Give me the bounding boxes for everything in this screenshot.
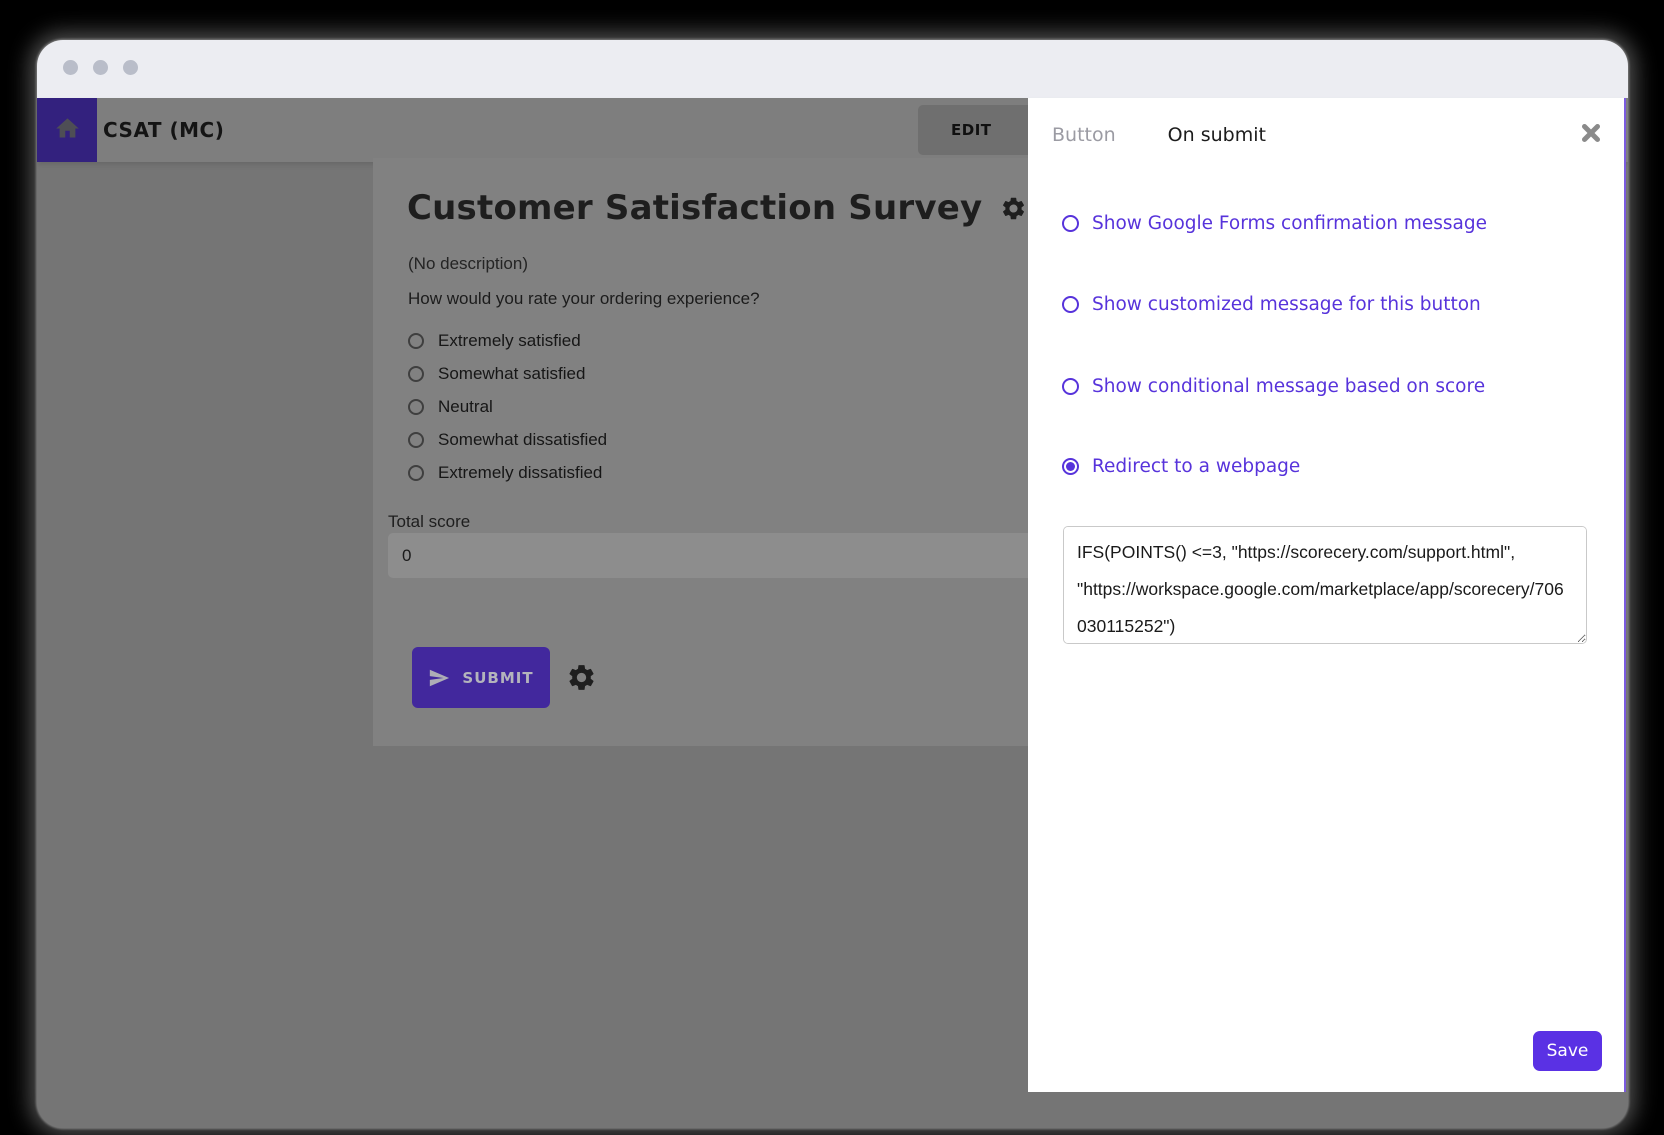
window-titlebar: [37, 40, 1628, 98]
window-control-dot[interactable]: [93, 60, 108, 75]
page-title: CSAT (MC): [103, 98, 224, 162]
home-button[interactable]: [37, 98, 97, 162]
edit-button[interactable]: EDIT: [918, 105, 1042, 155]
tab-on-submit[interactable]: On submit: [1166, 120, 1268, 150]
window-control-dot[interactable]: [63, 60, 78, 75]
survey-description: (No description): [408, 254, 528, 274]
on-submit-panel: Button On submit Show Google Forms confi…: [1028, 98, 1626, 1092]
home-icon: [54, 115, 81, 146]
survey-settings-icon[interactable]: [1000, 195, 1027, 222]
option-redirect-webpage[interactable]: Redirect to a webpage: [1062, 449, 1300, 483]
radio-unselected-icon[interactable]: [408, 333, 424, 349]
window-controls: [63, 60, 138, 75]
panel-tabs: Button On submit: [1050, 120, 1268, 150]
tab-button[interactable]: Button: [1050, 120, 1118, 150]
survey-question: How would you rate your ordering experie…: [408, 289, 760, 309]
radio-unselected-icon[interactable]: [408, 465, 424, 481]
radio-unselected-icon[interactable]: [408, 432, 424, 448]
submit-button[interactable]: SUBMIT: [412, 647, 550, 708]
close-icon: [1580, 132, 1602, 147]
close-panel-button[interactable]: [1580, 122, 1602, 144]
survey-option[interactable]: Extremely satisfied: [408, 324, 607, 357]
total-score-input[interactable]: [388, 533, 1060, 578]
total-score-label: Total score: [388, 512, 470, 532]
survey-title: Customer Satisfaction Survey: [407, 188, 982, 228]
option-conditional-message[interactable]: Show conditional message based on score: [1062, 369, 1485, 403]
option-google-forms-message[interactable]: Show Google Forms confirmation message: [1062, 206, 1487, 240]
survey-option[interactable]: Somewhat dissatisfied: [408, 423, 607, 456]
survey-option[interactable]: Neutral: [408, 390, 607, 423]
submit-settings-icon[interactable]: [566, 662, 597, 693]
survey-option[interactable]: Somewhat satisfied: [408, 357, 607, 390]
option-customized-message[interactable]: Show customized message for this button: [1062, 287, 1481, 321]
survey-option-list: Extremely satisfied Somewhat satisfied N…: [408, 324, 607, 489]
radio-unselected-icon[interactable]: [1062, 215, 1079, 232]
radio-unselected-icon[interactable]: [408, 366, 424, 382]
radio-unselected-icon[interactable]: [408, 399, 424, 415]
radio-unselected-icon[interactable]: [1062, 296, 1079, 313]
radio-selected-icon[interactable]: [1062, 458, 1079, 475]
survey-card: Customer Satisfaction Survey (No descrip…: [373, 158, 1075, 746]
save-button[interactable]: Save: [1533, 1031, 1602, 1071]
send-icon: [428, 667, 450, 689]
redirect-url-formula-textarea[interactable]: IFS(POINTS() <=3, "https://scorecery.com…: [1063, 526, 1587, 644]
app-window: CSAT (MC) EDIT Customer Satisfaction Sur…: [37, 40, 1628, 1128]
radio-unselected-icon[interactable]: [1062, 378, 1079, 395]
survey-option[interactable]: Extremely dissatisfied: [408, 456, 607, 489]
window-control-dot[interactable]: [123, 60, 138, 75]
screenshot-stage: CSAT (MC) EDIT Customer Satisfaction Sur…: [0, 0, 1664, 1135]
